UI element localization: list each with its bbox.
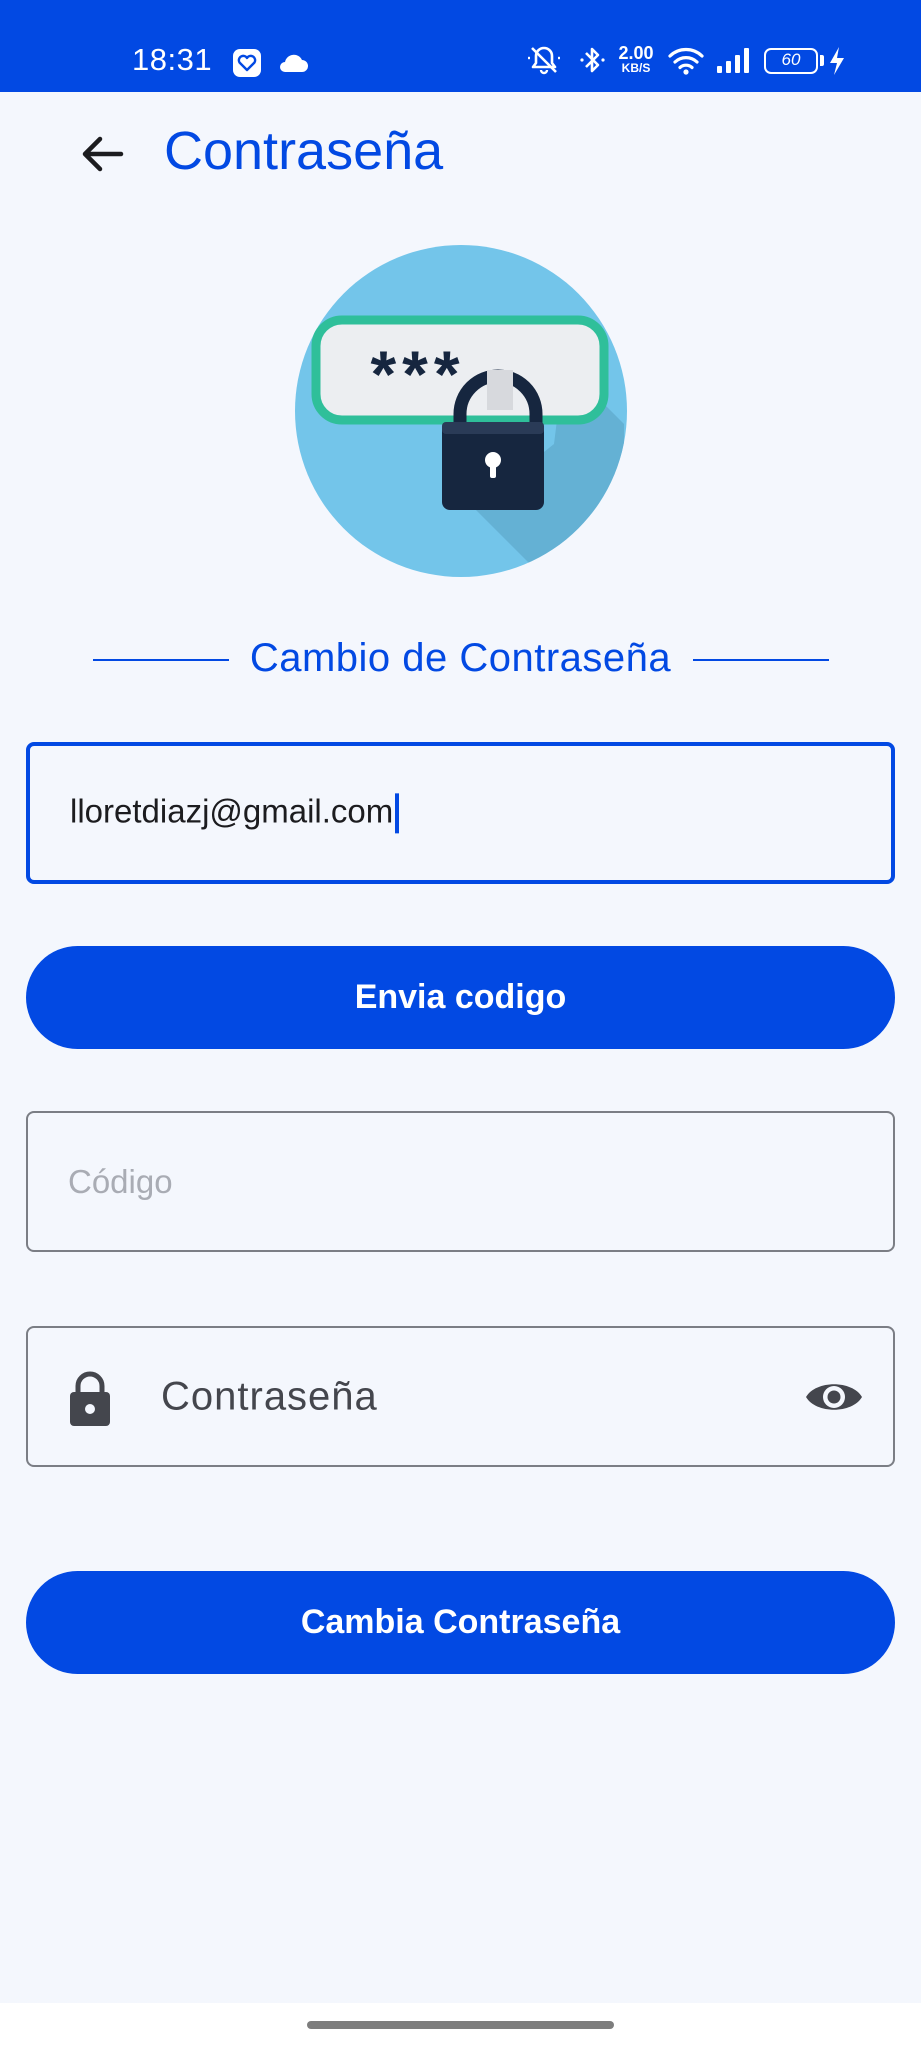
code-placeholder: Código: [68, 1162, 173, 1200]
battery-cap: [820, 55, 824, 66]
status-time: 18:31: [132, 42, 213, 77]
lock-icon: [70, 1371, 110, 1426]
section-divider-right: [693, 659, 829, 661]
page-title: Contraseña: [164, 121, 444, 181]
cloud-icon: [280, 54, 308, 72]
hero-mask-text: ***: [370, 337, 465, 411]
change-password-button[interactable]: Cambia Contraseña: [26, 1571, 895, 1674]
network-speed-value: 2.00: [618, 43, 654, 63]
password-field[interactable]: Contraseña: [26, 1326, 895, 1467]
mute-icon: [528, 46, 560, 75]
charging-icon: [830, 47, 844, 75]
signal-icon: [717, 48, 749, 73]
back-arrow-icon[interactable]: [76, 128, 128, 180]
wifi-icon: [668, 48, 704, 75]
code-field[interactable]: Código: [26, 1111, 895, 1252]
email-value: lloretdiazj@gmail.com: [70, 792, 394, 830]
network-speed-unit: KB/S: [621, 61, 651, 75]
email-input-text[interactable]: lloretdiazj@gmail.com: [70, 792, 400, 834]
text-cursor: [395, 793, 400, 834]
battery-icon: 60: [764, 48, 818, 74]
network-speed: 2.00 KB/S: [613, 44, 659, 74]
home-indicator[interactable]: [307, 2021, 614, 2029]
password-lock-illustration: ***: [295, 245, 627, 577]
bluetooth-icon: [580, 47, 605, 73]
health-app-icon: [233, 49, 261, 77]
status-bar: 18:31 2.00 KB/S 60: [0, 0, 921, 92]
send-code-button[interactable]: Envia codigo: [26, 946, 895, 1049]
eye-icon[interactable]: [804, 1374, 864, 1420]
password-label: Contraseña: [161, 1374, 378, 1418]
email-field[interactable]: lloretdiazj@gmail.com: [26, 742, 895, 884]
